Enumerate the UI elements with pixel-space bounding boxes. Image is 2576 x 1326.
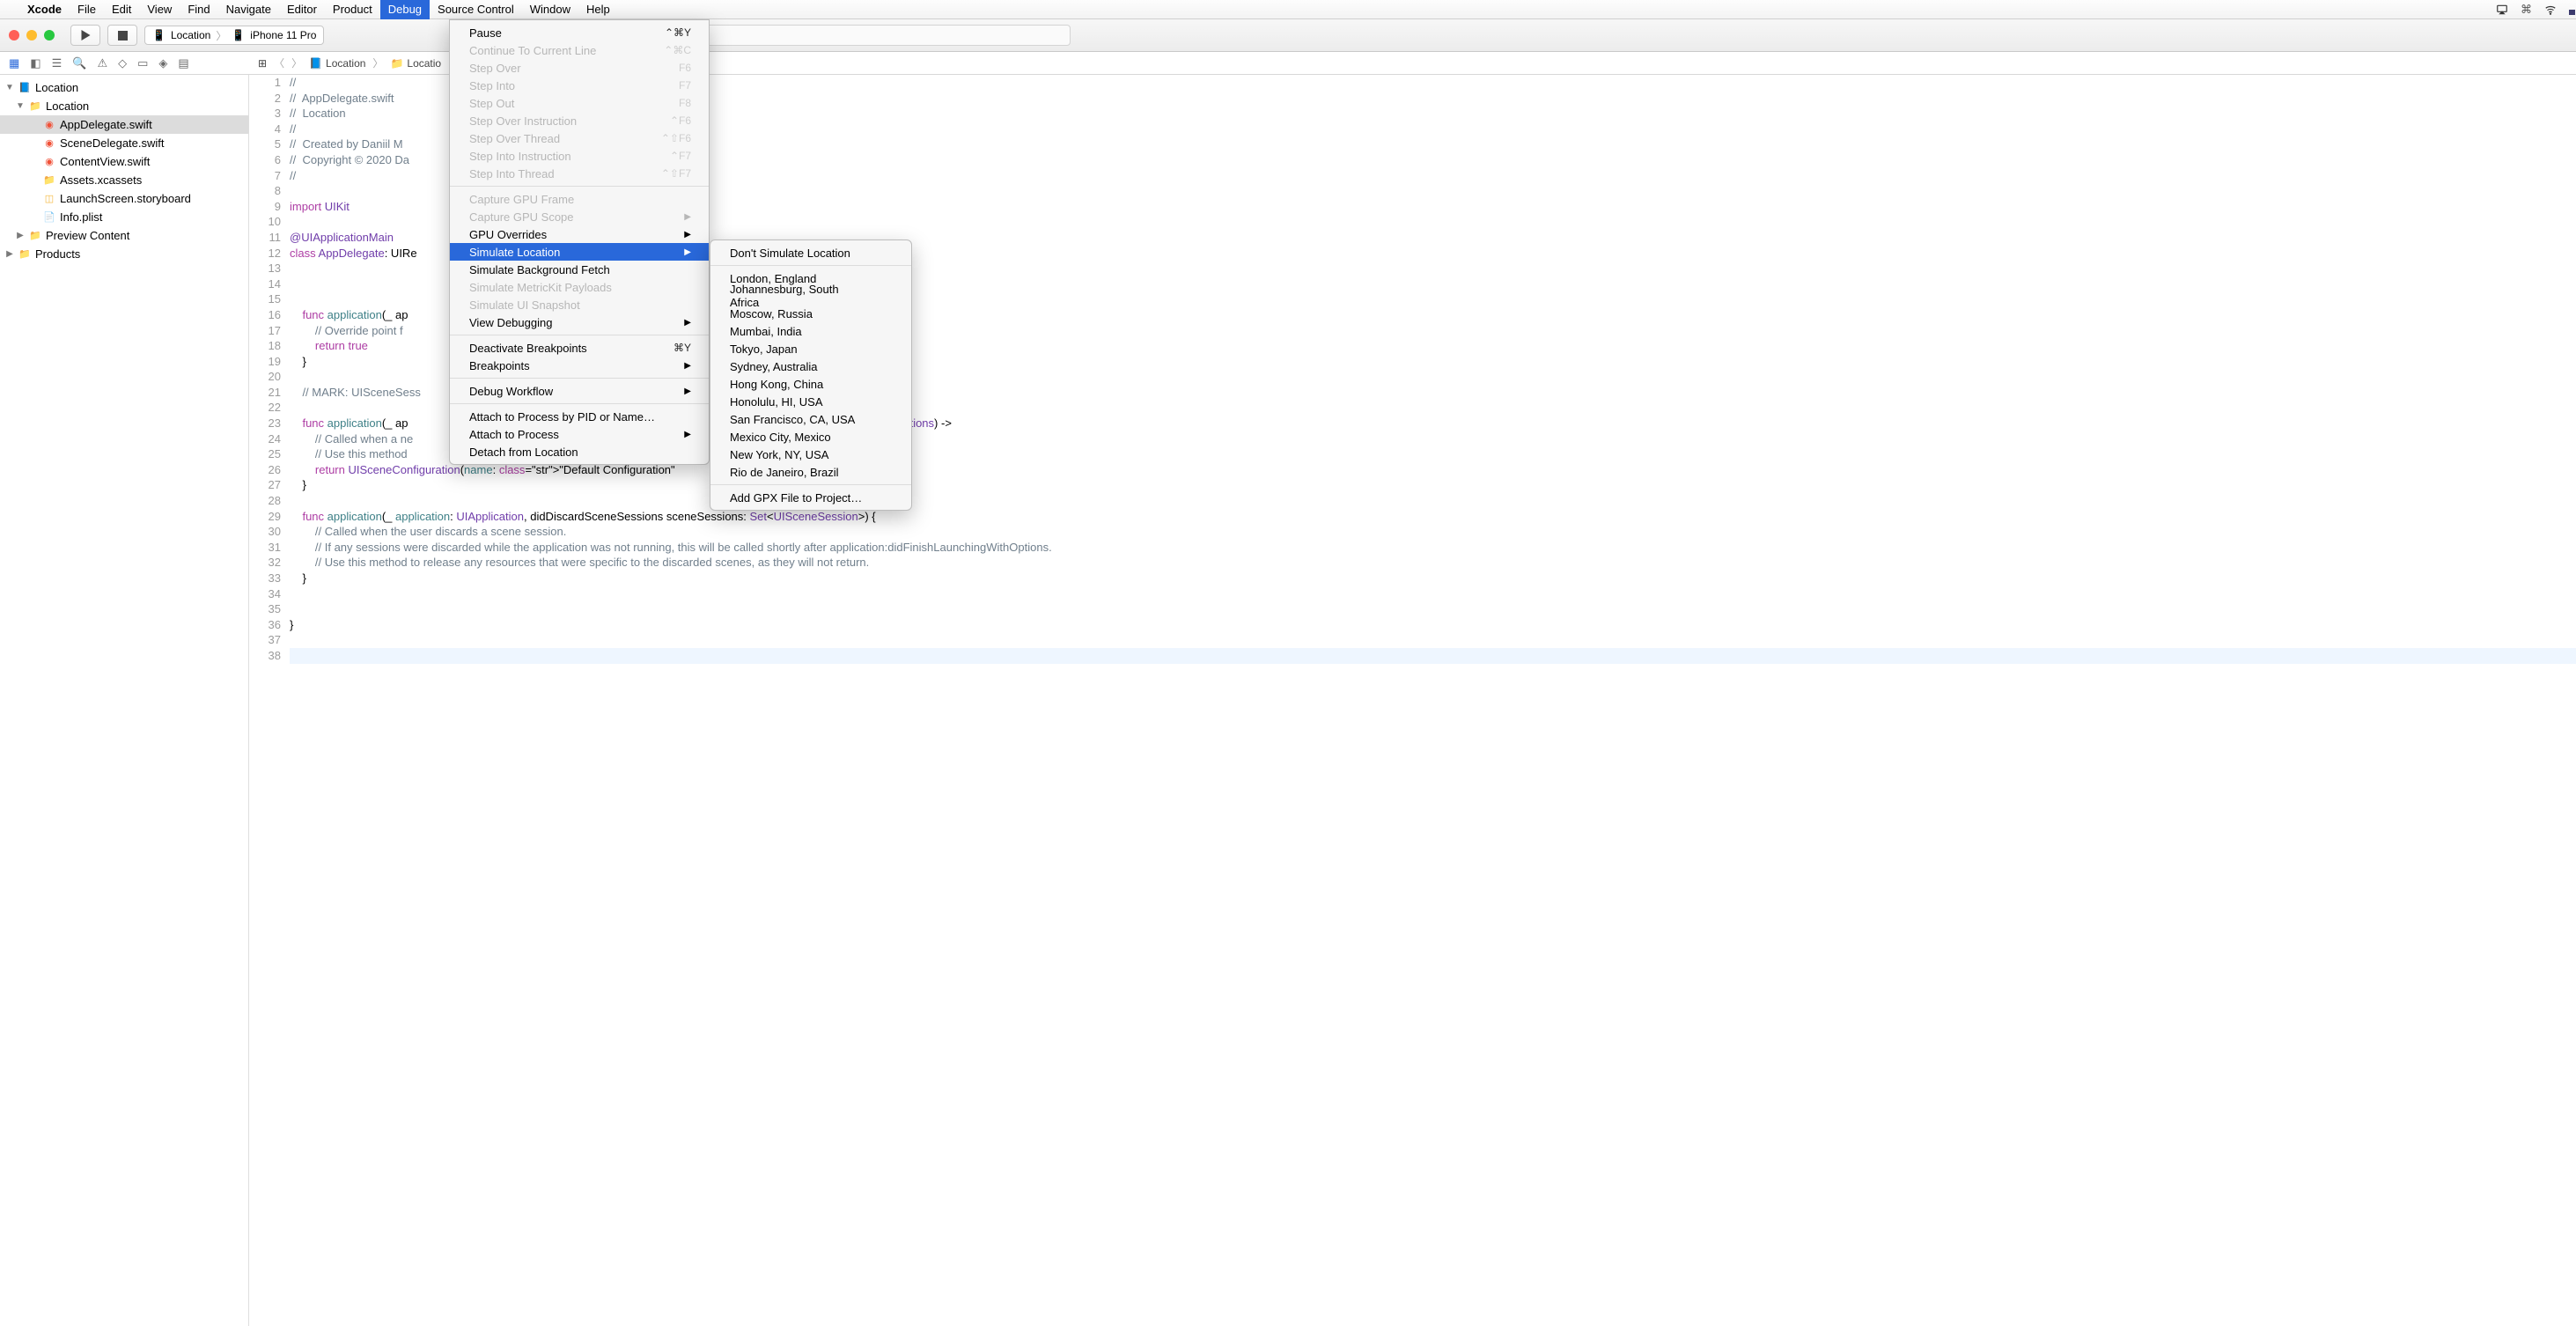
menu-item: Capture GPU Frame [450,190,709,208]
tree-products[interactable]: ▶📁Products [0,245,248,263]
menu-item: Step OverF6 [450,59,709,77]
run-button[interactable] [70,25,100,46]
menu-item: Continue To Current Line⌃⌘C [450,41,709,59]
menu-item[interactable]: Mumbai, India [710,322,911,340]
menu-item[interactable]: Mexico City, Mexico [710,428,911,446]
menu-find[interactable]: Find [180,0,217,19]
menu-item[interactable]: Rio de Janeiro, Brazil [710,463,911,481]
menu-item: Step Into Instruction⌃F7 [450,147,709,165]
menu-item[interactable]: Simulate Location▶ [450,243,709,261]
menu-item[interactable]: Sydney, Australia [710,357,911,375]
tree-preview-content[interactable]: ▶📁Preview Content [0,226,248,245]
menu-item: Simulate UI Snapshot [450,296,709,313]
simulate-location-submenu: Don't Simulate LocationLondon, EnglandJo… [710,239,912,511]
menu-item: Step Over Instruction⌃F6 [450,112,709,129]
menubar-tray: ⌘ [2496,3,2569,17]
menu-item[interactable]: GPU Overrides▶ [450,225,709,243]
scheme-selector[interactable]: 📱 Location 〉 📱 iPhone 11 Pro [144,26,324,45]
menu-help[interactable]: Help [578,0,618,19]
minimize-window-button[interactable] [26,30,37,41]
menu-app[interactable]: Xcode [19,0,70,19]
menu-item[interactable]: Don't Simulate Location [710,244,911,262]
jump-bar[interactable]: ⊞ 〈 〉 📘Location 〉 📁Locatio [249,55,450,70]
menu-debug[interactable]: Debug [380,0,430,19]
tabbar: ▦ ◧ ☰ 🔍 ⚠ ◇ ▭ ◈ ▤ ⊞ 〈 〉 📘Location 〉 📁Loc… [0,52,2576,75]
menu-source-control[interactable]: Source Control [430,0,522,19]
menu-item: Step IntoF7 [450,77,709,94]
menu-item[interactable]: Honolulu, HI, USA [710,393,911,410]
tree-file-scenedelegate[interactable]: ◉SceneDelegate.swift [0,134,248,152]
menu-navigate[interactable]: Navigate [218,0,279,19]
forward-button[interactable]: 〉 [291,55,302,70]
menu-item[interactable]: Attach to Process▶ [450,425,709,443]
bluetooth-icon[interactable]: ⌘ [2521,3,2532,17]
menu-item: Simulate MetricKit Payloads [450,278,709,296]
menu-item[interactable]: Debug Workflow▶ [450,382,709,400]
tree-group[interactable]: ▼📁Location [0,97,248,115]
close-window-button[interactable] [9,30,19,41]
menu-editor[interactable]: Editor [279,0,325,19]
line-number-gutter: 1234567891011121314151617181920212223242… [249,75,290,664]
jump-project[interactable]: Location [326,57,365,70]
test-navigator-icon[interactable]: ◇ [118,56,127,70]
menu-item[interactable]: New York, NY, USA [710,446,911,463]
window-controls [9,30,55,41]
menu-item[interactable]: Hong Kong, China [710,375,911,393]
menu-item[interactable]: Attach to Process by PID or Name… [450,408,709,425]
menu-item[interactable]: Moscow, Russia [710,305,911,322]
menu-item: Step Over Thread⌃⇧F6 [450,129,709,147]
tree-file-contentview[interactable]: ◉ContentView.swift [0,152,248,171]
menu-item: Step OutF8 [450,94,709,112]
menu-item[interactable]: Breakpoints▶ [450,357,709,374]
tree-root[interactable]: ▼📘Location [0,78,248,97]
menu-item: Capture GPU Scope▶ [450,208,709,225]
menu-item[interactable]: Pause⌃⌘Y [450,24,709,41]
menu-item[interactable]: Tokyo, Japan [710,340,911,357]
menu-item[interactable]: Add GPX File to Project… [710,489,911,506]
symbol-navigator-icon[interactable]: ☰ [52,56,63,70]
tree-file-appdelegate[interactable]: ◉AppDelegate.swift [0,115,248,134]
wifi-icon[interactable] [2544,4,2557,16]
menu-item[interactable]: Johannesburg, South Africa [710,287,911,305]
screen-mirror-icon[interactable] [2496,4,2508,16]
menu-view[interactable]: View [139,0,180,19]
tree-file-launchscreen[interactable]: ◫LaunchScreen.storyboard [0,189,248,208]
menu-item[interactable]: View Debugging▶ [450,313,709,331]
menu-edit[interactable]: Edit [104,0,139,19]
menu-item[interactable]: Deactivate Breakpoints⌘Y [450,339,709,357]
debug-dropdown-menu: Pause⌃⌘YContinue To Current Line⌃⌘CStep … [449,19,710,465]
device-icon: 📱 [232,29,245,41]
breakpoint-navigator-icon[interactable]: ◈ [158,56,167,70]
scheme-device-label: iPhone 11 Pro [250,29,316,41]
debug-navigator-icon[interactable]: ▭ [137,56,148,70]
issue-navigator-icon[interactable]: ⚠ [97,56,107,70]
main-split: ▼📘Location ▼📁Location ◉AppDelegate.swift… [0,75,2576,1326]
menu-item[interactable]: San Francisco, CA, USA [710,410,911,428]
app-icon: 📱 [152,29,166,41]
report-navigator-icon[interactable]: ▤ [178,56,188,70]
jump-folder[interactable]: Locatio [407,57,441,70]
source-control-navigator-icon[interactable]: ◧ [30,56,40,70]
stop-button[interactable] [107,25,137,46]
navigator-tabs: ▦ ◧ ☰ 🔍 ⚠ ◇ ▭ ◈ ▤ [0,56,249,70]
tree-file-assets[interactable]: 📁Assets.xcassets [0,171,248,189]
menu-item: Step Into Thread⌃⇧F7 [450,165,709,182]
menu-file[interactable]: File [70,0,104,19]
find-navigator-icon[interactable]: 🔍 [72,56,86,70]
macos-menubar: Xcode File Edit View Find Navigate Edito… [0,0,2576,19]
menu-window[interactable]: Window [522,0,578,19]
tree-file-infoplist[interactable]: 📄Info.plist [0,208,248,226]
related-items-icon[interactable]: ⊞ [258,57,267,70]
back-button[interactable]: 〈 [274,55,284,70]
chevron-right-icon: 〉 [216,28,226,43]
scheme-project-label: Location [171,29,210,41]
zoom-window-button[interactable] [44,30,55,41]
menu-product[interactable]: Product [325,0,380,19]
menu-item[interactable]: Simulate Background Fetch [450,261,709,278]
project-navigator-icon[interactable]: ▦ [9,56,19,70]
menu-item[interactable]: Detach from Location [450,443,709,460]
project-navigator[interactable]: ▼📘Location ▼📁Location ◉AppDelegate.swift… [0,75,249,1326]
xcode-toolbar: 📱 Location 〉 📱 iPhone 11 Pro ation on iP… [0,19,2576,52]
